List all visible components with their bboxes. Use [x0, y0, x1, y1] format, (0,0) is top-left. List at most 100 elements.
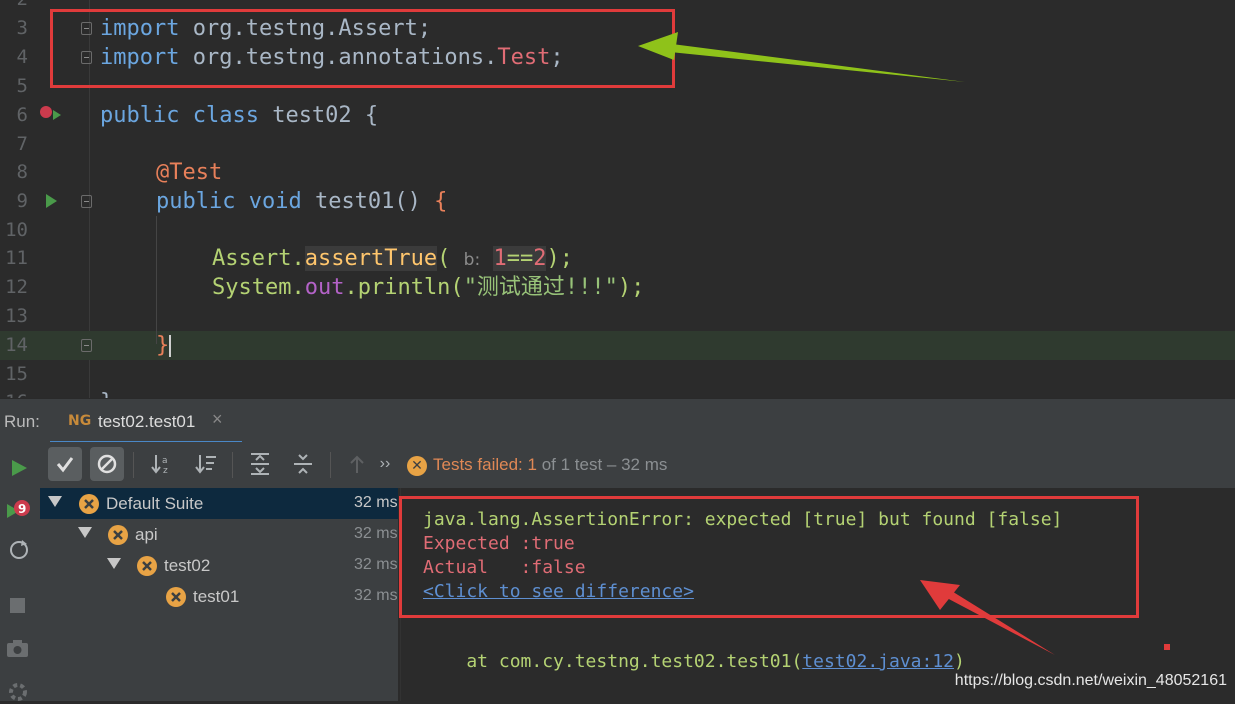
fold-icon[interactable] — [81, 195, 92, 208]
failed-test-icon — [79, 494, 99, 514]
toolbar-separator — [232, 452, 233, 478]
run-arrow-icon[interactable] — [53, 110, 61, 120]
run-tab[interactable]: NG test02.test01 × — [50, 399, 242, 444]
expand-all-button[interactable] — [243, 447, 277, 481]
expand-arrow-icon[interactable] — [107, 558, 121, 569]
run-panel-header: Run: NG test02.test01 × — [0, 398, 1235, 444]
line-number: 5 — [16, 75, 28, 97]
fold-icon[interactable] — [81, 339, 92, 352]
more-chevron-icon[interactable]: ›› — [372, 447, 398, 481]
collapse-all-button[interactable] — [286, 447, 320, 481]
show-passed-button[interactable] — [48, 447, 82, 481]
closing-brace: } — [156, 333, 172, 358]
line-number: 3 — [16, 17, 28, 39]
fold-icon[interactable] — [81, 51, 92, 64]
code-line[interactable]: 5 — [0, 72, 1235, 101]
run-class-icon[interactable] — [40, 106, 52, 118]
assertion-error-line: java.lang.AssertionError: expected [true… — [423, 509, 1063, 530]
code-line[interactable]: 12 System.out.println("测试通过!!!"); — [0, 273, 1235, 302]
stop-icon[interactable] — [9, 597, 27, 615]
code-line[interactable]: 16 } — [0, 388, 1235, 398]
line-number: 2 — [0, 0, 28, 14]
line-number: 16 — [0, 388, 28, 398]
tree-node-api[interactable]: api 32 ms — [40, 519, 398, 550]
expected-line: Expected :true — [423, 533, 575, 554]
watermark: https://blog.csdn.net/weixin_48052161 — [954, 672, 1227, 689]
red-arrow-annotation — [920, 580, 1055, 655]
show-ignored-button[interactable] — [90, 447, 124, 481]
expand-all-icon — [251, 453, 269, 475]
toolbar-separator — [330, 452, 331, 478]
class-declaration: public class test02 { — [100, 103, 379, 128]
duration-label: 32 ms — [354, 556, 398, 573]
ignored-icon — [97, 454, 117, 474]
run-side-toolbar: 9 — [0, 442, 41, 701]
println-statement: System.out.println("测试通过!!!"); — [212, 275, 645, 300]
actual-line: Actual :false — [423, 557, 586, 578]
line-number: 6 — [16, 104, 28, 126]
rerun-failed-icon[interactable]: 9 — [5, 498, 31, 522]
line-number: 11 — [5, 247, 28, 269]
duration-label: 32 ms — [354, 587, 398, 604]
tree-node-default-suite[interactable]: Default Suite 32 ms — [40, 488, 398, 519]
line-number: 14 — [5, 334, 28, 356]
code-line[interactable]: 9 public void test01() { — [0, 187, 1235, 216]
close-icon[interactable]: × — [212, 409, 223, 430]
text-caret — [169, 335, 172, 357]
tree-node-label: test01 — [193, 587, 240, 606]
svg-text:a: a — [162, 456, 168, 466]
line-number: 7 — [16, 133, 28, 155]
settings-icon[interactable] — [6, 680, 30, 704]
code-line[interactable]: 10 — [0, 216, 1235, 245]
sort-alphabetically-button[interactable]: az — [145, 447, 179, 481]
code-line[interactable]: 8 @Test — [0, 158, 1235, 187]
code-line[interactable]: 2 — [0, 0, 1235, 14]
rerun-icon[interactable] — [9, 458, 29, 478]
import-statement: import org.testng.Assert; — [100, 16, 432, 41]
expand-arrow-icon[interactable] — [78, 527, 92, 538]
parameter-hint: b: — [463, 250, 481, 270]
run-test-icon[interactable] — [46, 194, 57, 208]
arrow-up-icon — [350, 455, 364, 473]
expand-arrow-icon[interactable] — [48, 496, 62, 507]
code-line[interactable]: 4 import org.testng.annotations.Test; — [0, 43, 1235, 72]
run-tab-label: test02.test01 — [98, 412, 196, 431]
line-number: 4 — [16, 46, 28, 68]
code-line[interactable]: 13 — [0, 302, 1235, 331]
see-difference-link[interactable]: <Click to see difference> — [423, 580, 694, 604]
tree-node-label: test02 — [164, 556, 211, 575]
tree-node-test01[interactable]: test01 32 ms — [40, 581, 398, 612]
line-number: 9 — [16, 190, 28, 212]
console-output[interactable]: java.lang.AssertionError: expected [true… — [400, 488, 1235, 701]
previous-failed-button[interactable] — [340, 447, 374, 481]
red-dot-mark — [1164, 644, 1170, 650]
import-statement: import org.testng.annotations.Test; — [100, 45, 564, 70]
tree-node-test02[interactable]: test02 32 ms — [40, 550, 398, 581]
camera-icon[interactable] — [6, 638, 30, 658]
tree-node-label: Default Suite — [106, 494, 204, 513]
toggle-auto-test-icon[interactable] — [8, 539, 30, 561]
error-icon: ✕ — [407, 455, 427, 476]
green-arrow-annotation — [638, 32, 965, 82]
svg-text:9: 9 — [18, 502, 26, 516]
testng-icon: NG — [68, 413, 92, 429]
line-number: 8 — [16, 161, 28, 183]
closing-brace: } — [100, 388, 113, 398]
duration-label: 32 ms — [354, 494, 398, 511]
code-line[interactable]: 3 import org.testng.Assert; — [0, 14, 1235, 43]
test-annotation: @Test — [156, 160, 223, 185]
line-number: 15 — [5, 363, 28, 385]
test-status: ✕ Tests failed: 1 of 1 test – 32 ms — [407, 451, 667, 479]
code-line-current[interactable]: 14 } — [0, 331, 1235, 360]
collapse-all-icon — [294, 454, 312, 474]
code-line[interactable]: 15 — [0, 360, 1235, 389]
code-line[interactable]: 11 Assert.assertTrue( b: 1==2); — [0, 244, 1235, 273]
stack-trace-line: at com.cy.testng.test02.test01(test02.ja… — [423, 651, 965, 672]
sort-by-duration-button[interactable] — [189, 447, 223, 481]
code-editor[interactable]: 2 3 import org.testng.Assert; 4 import o… — [0, 0, 1235, 398]
fold-icon[interactable] — [81, 22, 92, 35]
failed-test-icon — [166, 587, 186, 607]
code-line[interactable]: 7 — [0, 130, 1235, 159]
sort-az-icon: az — [151, 455, 168, 476]
code-line[interactable]: 6 public class test02 { — [0, 101, 1235, 130]
